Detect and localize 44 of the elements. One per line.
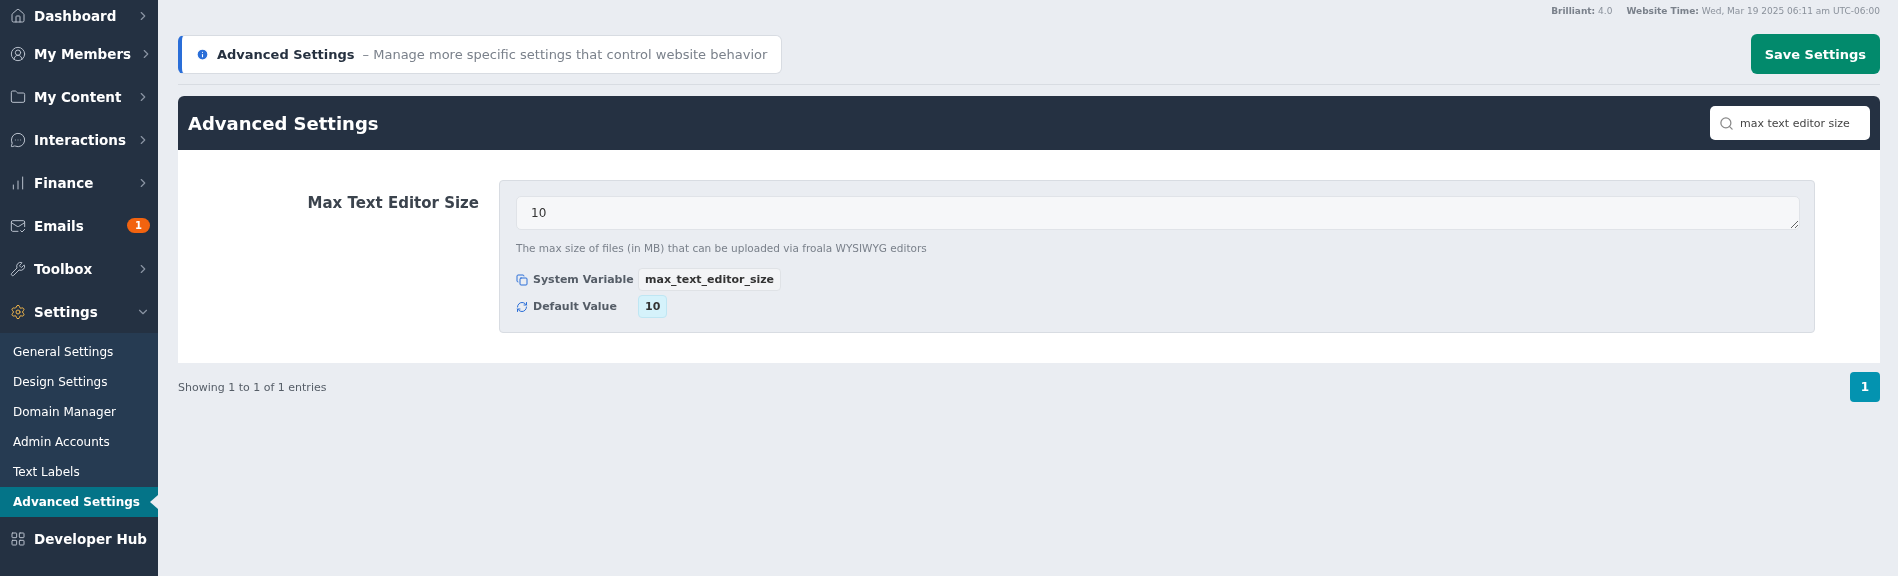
submenu-item[interactable]: General Settings	[0, 337, 158, 367]
submenu-item[interactable]: Advanced Settings	[0, 487, 158, 517]
chat-icon	[10, 131, 26, 148]
website-time: Website Time: Wed, Mar 19 2025 06:11 am UTC-06:00	[1626, 6, 1880, 16]
settings-icon	[10, 303, 26, 320]
setting-label: Max Text Editor Size	[306, 193, 479, 214]
grid-icon	[10, 530, 26, 547]
user-icon	[10, 45, 26, 62]
sidebar-item[interactable]: Dashboard	[0, 0, 158, 32]
sidebar-item[interactable]: Toolbox	[0, 247, 158, 290]
submenu-item[interactable]: Domain Manager	[0, 397, 158, 427]
house-icon	[10, 8, 26, 24]
version-text: Brilliant: 4.0	[1551, 6, 1613, 16]
sidebar-item[interactable]: Settings	[0, 290, 158, 333]
submenu-item[interactable]: Design Settings	[0, 367, 158, 397]
default-value: 10	[638, 295, 668, 318]
value-field[interactable]: 10	[516, 196, 1800, 230]
count-badge: 1	[127, 218, 150, 233]
sidebar-item[interactable]: Interactions	[0, 118, 158, 161]
bar-chart-icon	[10, 174, 26, 191]
help-text: The max size of files (in MB) that can be uploaded via froala WYSIWYG editors	[516, 242, 928, 254]
sidebar-item[interactable]: Developer Hub	[0, 517, 158, 560]
submenu-item[interactable]: Text Labels	[0, 457, 158, 487]
panel-title: Advanced Settings	[188, 112, 379, 134]
default-value-label: Default Value	[516, 300, 617, 313]
folder-icon	[10, 88, 26, 105]
mail-icon	[10, 217, 26, 234]
sidebar-item[interactable]: My Content	[0, 75, 158, 118]
banner-description: – Manage more specific settings that control website behavior	[362, 46, 768, 62]
system-variable-label: System Variable	[516, 273, 634, 286]
copy-icon	[516, 273, 528, 286]
page-button[interactable]: 1	[1850, 372, 1880, 402]
submenu-item[interactable]: Admin Accounts	[0, 427, 158, 457]
save-settings-button[interactable]: Save Settings	[1750, 34, 1880, 74]
sidebar-item[interactable]: My Members	[0, 32, 158, 75]
wrench-icon	[10, 260, 26, 277]
sidebar-item[interactable]: Emails 1	[0, 204, 158, 247]
info-icon	[196, 47, 209, 61]
entries-count: Showing 1 to 1 of 1 entries	[178, 380, 327, 394]
refresh-icon	[516, 300, 528, 313]
variable-name: max_text_editor_size	[638, 268, 782, 291]
search-field[interactable]: max text editor size	[1710, 106, 1870, 140]
sidebar-item[interactable]: Finance	[0, 161, 158, 204]
banner-title: Advanced Settings	[217, 46, 355, 62]
